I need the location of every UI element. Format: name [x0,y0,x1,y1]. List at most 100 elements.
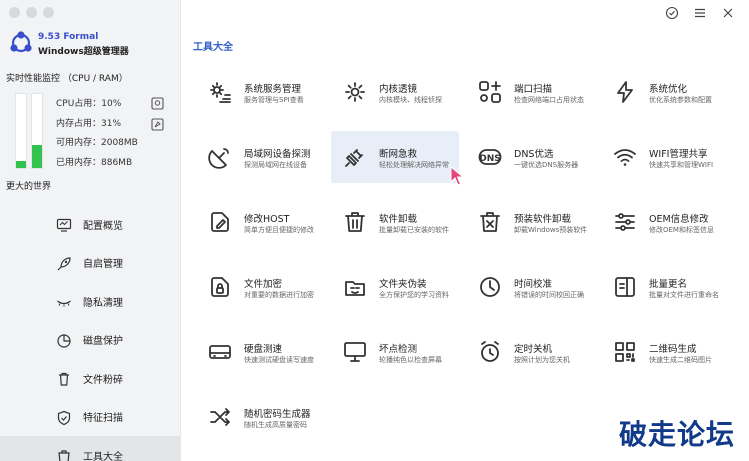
tool-name: 修改HOST [244,214,290,225]
mouse-cursor-icon [450,165,465,186]
sidebar-item-config-overview[interactable]: 配置概览 [0,205,180,244]
display-icon [344,342,366,362]
sidebar-item-disk-protect[interactable]: 磁盘保护 [0,321,180,360]
sidebar-item-toolbox[interactable]: 工具大全 [0,436,180,461]
title-bar-actions [665,6,735,20]
monitor-stats: CPU占用：10% 内存占用：31% 可用内存：2008MB 已用内存：886M… [56,98,138,176]
sidebar-item-label: 特征扫描 [83,413,123,425]
tool-card[interactable]: 系统服务管理 服务管理与SPI查看 [196,66,324,118]
maximize-window-button[interactable] [43,7,54,18]
tool-description: 快速生成二维码图片 [649,356,712,364]
tool-card[interactable]: 文件加密 对重要的数据进行加密 [196,261,324,313]
tool-card[interactable]: DNS DNS优选 一键优选DNS服务器 [466,131,594,183]
tool-card[interactable]: 二维码生成 快速生成二维码图片 [601,326,729,378]
tool-card[interactable]: OEM信息修改 修改OEM和标签信息 [601,196,729,248]
lock-doc-icon [211,277,229,297]
tool-card[interactable]: 端口扫描 检查网络端口占用状态 [466,66,594,118]
rocket-icon [57,256,71,270]
tool-card[interactable]: 局域网设备探测 探测局域网在线设备 [196,131,324,183]
sidebar-item-feature-scan[interactable]: 特征扫描 [0,398,180,437]
clock-icon [480,277,500,297]
tool-card[interactable]: 预装软件卸载 卸载Windows预装软件 [466,196,594,248]
minimize-window-button[interactable] [26,7,37,18]
tool-name: 文件加密 [244,279,283,290]
menu-icon[interactable] [693,6,707,20]
tool-name: 局域网设备探测 [244,149,311,160]
tool-name: 定时关机 [514,344,553,355]
available-mem-text: 可用内存：2008MB [56,138,138,148]
forum-watermark: 破走论坛 [618,418,735,451]
tool-card[interactable]: 内核透镜 内核模块、线程侦探 [331,66,459,118]
tool-description: 对重要的数据进行加密 [244,291,314,299]
dns-icon: DNS [478,149,502,165]
mem-usage-text: 内存占用：31% [56,118,122,129]
cpu-usage-fill [16,160,26,168]
tool-name: 批量更名 [649,279,688,290]
mem-usage-bar [31,93,43,169]
rename-icon [615,277,635,297]
app-window: 9.53 Formal Windows超级管理器 实时性能监控 （CPU / R… [0,0,749,461]
tool-name: 系统服务管理 [244,84,302,95]
tool-name: 软件卸载 [379,214,418,225]
sidebar: 9.53 Formal Windows超级管理器 实时性能监控 （CPU / R… [0,0,181,461]
tool-name: WIFI管理共享 [649,149,708,160]
trash-icon [59,372,69,386]
lightning-icon [617,81,633,103]
tool-card[interactable]: 坏点检测 轮播纯色以检查屏幕 [331,326,459,378]
cpu-usage-bar [15,93,27,169]
sliders-icon [615,213,635,231]
pie-chart-icon [57,333,71,348]
mem-usage-fill [32,145,42,168]
check-badge-icon[interactable] [665,6,679,20]
close-icon[interactable] [721,6,735,20]
tool-name: 文件夹伪装 [379,279,427,290]
tool-card[interactable]: 断网急救 轻松处理解决网络异常 [331,131,459,183]
tool-description: 检查网络端口占用状态 [514,96,584,104]
sidebar-item-privacy[interactable]: 隐私清理 [0,282,180,321]
satellite-icon [208,148,229,169]
tool-description: 一键优选DNS服务器 [514,161,579,169]
sidebar-section-title: 更大的世界 [6,182,52,192]
tool-card[interactable]: 系统优化 优化系统参数和配置 [601,66,729,118]
tool-card[interactable]: 批量更名 批量对文件进行重命名 [601,261,729,313]
tool-name: 时间校准 [514,279,553,290]
monitor-icon [56,218,72,232]
tool-card[interactable]: 定时关机 按照计划为您关机 [466,326,594,378]
disk-icon [209,345,231,359]
tool-card[interactable]: WIFI管理共享 快速共享和管理WIFI [601,131,729,183]
close-window-button[interactable] [9,7,20,18]
tool-description: 按照计划为您关机 [514,356,570,364]
tool-card[interactable]: 时间校准 将错误的时间校回正确 [466,261,594,313]
tool-card[interactable]: 随机密码生成器 随机生成高质量密码 [196,391,324,443]
sidebar-item-label: 文件粉碎 [83,374,123,386]
sidebar-item-label: 工具大全 [83,451,123,461]
screenshot-icon[interactable] [151,97,164,110]
tool-description: 内核模块、线程侦探 [379,96,442,104]
tool-name: OEM信息修改 [649,214,709,225]
tool-description: 轻松处理解决网络异常 [379,161,449,169]
sidebar-item-startup[interactable]: 自启管理 [0,244,180,283]
tool-description: 随机生成高质量密码 [244,421,307,429]
gear-list-icon [210,82,231,103]
port-icon [479,81,501,103]
tool-description: 卸载Windows预装软件 [514,226,588,234]
eye-closed-icon [57,300,71,307]
tool-name: 二维码生成 [649,344,697,355]
app-version: 9.53 Formal [38,32,99,42]
tool-description: 批量对文件进行重命名 [649,291,719,299]
mask-folder-icon [345,281,365,296]
tool-name: 内核透镜 [379,84,418,95]
tool-card[interactable]: 硬盘测速 快速测试硬盘读写速度 [196,326,324,378]
app-name: Windows超级管理器 [38,47,129,57]
tool-card[interactable]: 文件夹伪装 全方保护您的学习资料 [331,261,459,313]
cleanup-icon[interactable] [151,118,164,131]
sidebar-item-file-shred[interactable]: 文件粉碎 [0,359,180,398]
window-controls [9,7,54,18]
tool-description: 修改OEM和标签信息 [649,226,714,234]
used-mem-text: 已用内存：886MB [56,157,133,168]
tool-description: 探测局域网在线设备 [244,161,307,169]
alarm-icon [481,341,499,362]
tool-card[interactable]: 软件卸载 批量卸载已安装的软件 [331,196,459,248]
tool-description: 全方保护您的学习资料 [379,291,449,299]
tool-card[interactable]: 修改HOST 简单方便且便捷的修改 [196,196,324,248]
